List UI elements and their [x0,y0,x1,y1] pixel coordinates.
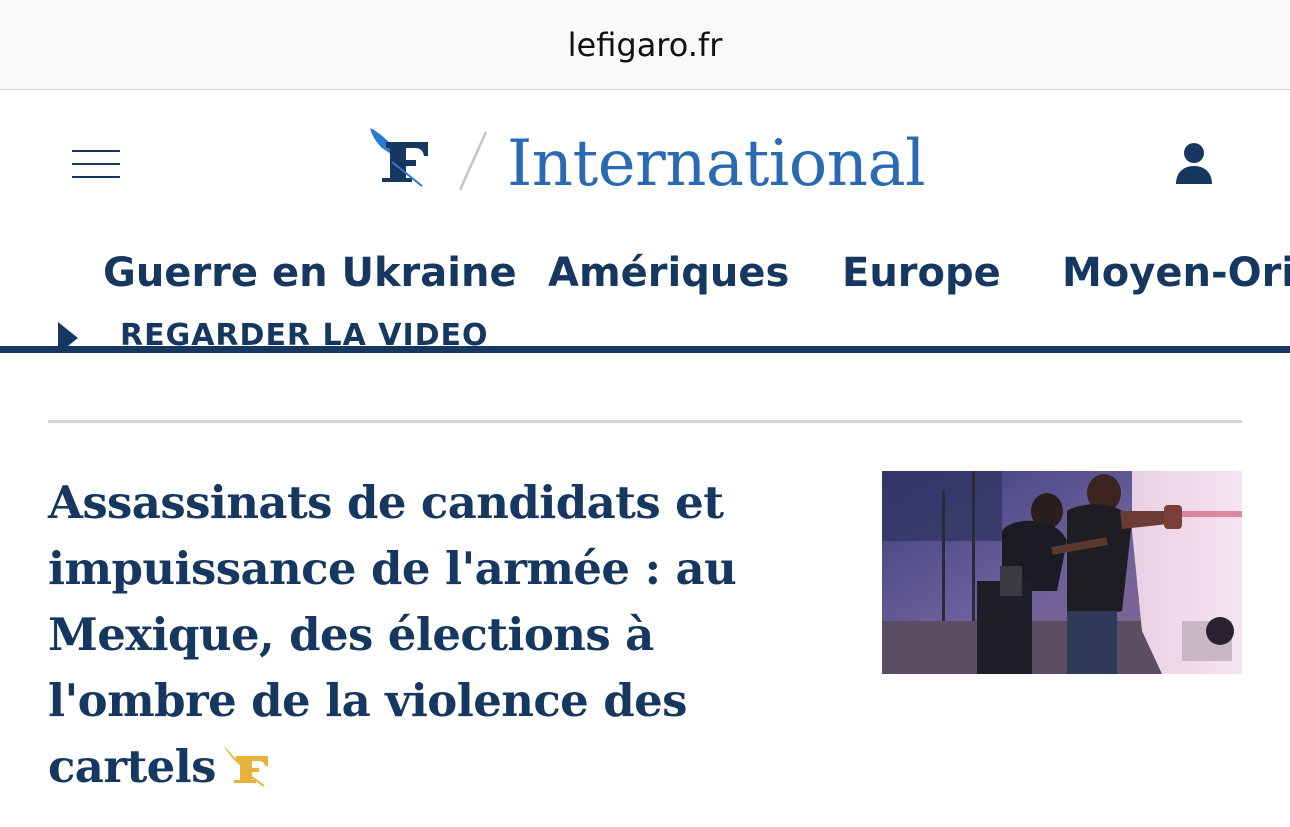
nav-item-guerre-en-ukraine[interactable]: Guerre en Ukraine [103,250,517,296]
user-account-icon[interactable] [1174,142,1214,184]
nav-item-europe[interactable]: Europe [842,250,1001,296]
site-header: International [0,90,1290,236]
header-bottom-rule [0,346,1290,353]
premium-f-icon [223,746,268,787]
nav-item-moyen-orient[interactable]: Moyen-Orient [1062,250,1290,296]
article-photo [882,471,1242,674]
le-figaro-logo-icon[interactable] [368,126,432,188]
nav-item-ameriques[interactable]: Amériques [548,250,789,296]
browser-url-bar[interactable]: lefigaro.fr [0,0,1290,90]
hamburger-menu-icon[interactable] [72,150,120,180]
article-headline-link[interactable]: Assassinats de candidats et impuissance … [48,470,828,800]
breadcrumb-slash-divider [458,131,488,191]
article-headline[interactable]: Assassinats de candidats et impuissance … [48,476,737,793]
article-divider [48,420,1242,423]
section-title[interactable]: International [507,126,926,202]
watch-video-label: REGARDER LA VIDÉO [120,322,489,346]
play-icon [58,322,78,346]
watch-video-link[interactable]: REGARDER LA VIDÉO [48,322,548,362]
article-thumbnail-image[interactable] [882,471,1242,674]
url-text[interactable]: lefigaro.fr [568,26,723,64]
